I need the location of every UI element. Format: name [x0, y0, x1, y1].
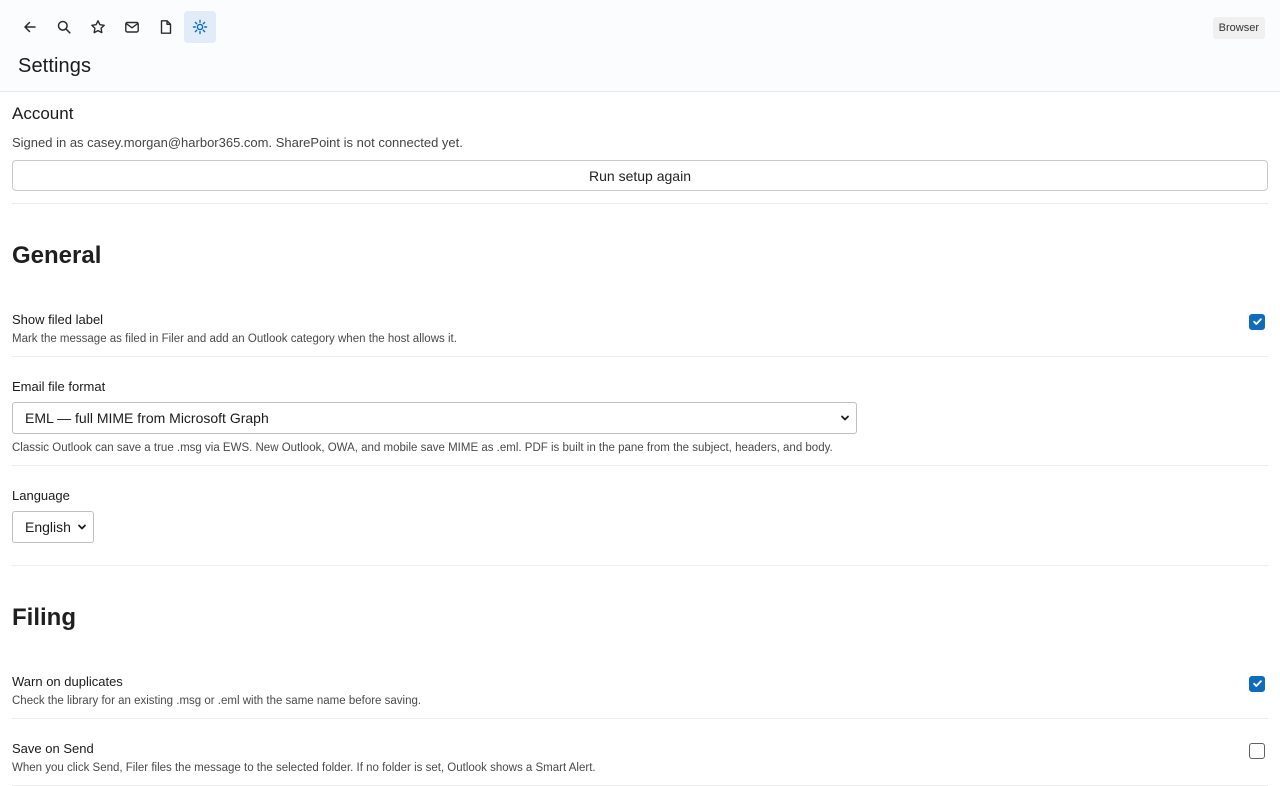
setting-language: Language English — [12, 466, 1268, 566]
check-icon — [1252, 318, 1262, 326]
toolbar — [14, 11, 216, 43]
document-icon — [160, 20, 172, 34]
save-on-send-checkbox[interactable] — [1249, 742, 1265, 759]
account-heading: Account — [12, 104, 74, 123]
save-on-send-desc: When you click Send, Filer files the mes… — [12, 761, 596, 774]
email-format-desc: Classic Outlook can save a true .msg via… — [12, 441, 833, 454]
show-filed-label-checkbox[interactable] — [1249, 313, 1265, 330]
account-status: Signed in as casey.morgan@harbor365.com.… — [12, 135, 463, 150]
language-selected: English — [25, 518, 71, 535]
warn-duplicates-desc: Check the library for an existing .msg o… — [12, 694, 422, 707]
back-arrow-icon — [24, 21, 36, 33]
document-button[interactable] — [150, 11, 182, 43]
favorites-button[interactable] — [82, 11, 114, 43]
language-label: Language — [12, 487, 70, 503]
host-badge: Browser — [1212, 17, 1265, 39]
save-on-send-label: Save on Send — [12, 740, 94, 756]
back-button[interactable] — [14, 11, 46, 43]
search-icon — [57, 20, 71, 34]
setting-save-on-send: Save on Send When you click Send, Filer … — [12, 719, 1268, 786]
filing-section-head: Filing — [12, 566, 1268, 632]
show-filed-label-label: Show filed label — [12, 311, 104, 327]
setting-email-format: Email file format EML — full MIME from M… — [12, 357, 1268, 466]
setting-warn-duplicates: Warn on duplicates Check the library for… — [12, 652, 1268, 719]
settings-sun-icon — [192, 19, 208, 35]
page-title: Settings — [18, 55, 92, 77]
check-icon — [1252, 680, 1262, 688]
header-bar: Browser Settings — [0, 0, 1280, 92]
star-icon — [91, 20, 105, 34]
show-filed-label-desc: Mark the message as filed in Filer and a… — [12, 332, 457, 345]
search-button[interactable] — [48, 11, 80, 43]
email-format-selected: EML — full MIME from Microsoft Graph — [25, 409, 269, 426]
setting-show-filed-label: Show filed label Mark the message as fil… — [12, 290, 1268, 357]
chevron-down-icon — [841, 415, 849, 421]
mail-button[interactable] — [116, 11, 148, 43]
filing-heading: Filing — [12, 603, 76, 631]
general-section-head: General — [12, 204, 1268, 270]
email-format-label: Email file format — [12, 378, 106, 394]
mail-icon — [125, 21, 139, 33]
chevron-down-icon — [78, 524, 86, 530]
email-format-select[interactable]: EML — full MIME from Microsoft Graph — [12, 401, 857, 434]
language-select[interactable]: English — [12, 510, 94, 543]
run-setup-button[interactable]: Run setup again — [12, 160, 1268, 191]
general-heading: General — [12, 241, 102, 269]
settings-button[interactable] — [184, 11, 216, 43]
warn-duplicates-label: Warn on duplicates — [12, 673, 123, 689]
account-section: Account Signed in as casey.morgan@harbor… — [12, 92, 1268, 204]
warn-duplicates-checkbox[interactable] — [1249, 675, 1265, 692]
settings-content: Account Signed in as casey.morgan@harbor… — [0, 92, 1280, 786]
